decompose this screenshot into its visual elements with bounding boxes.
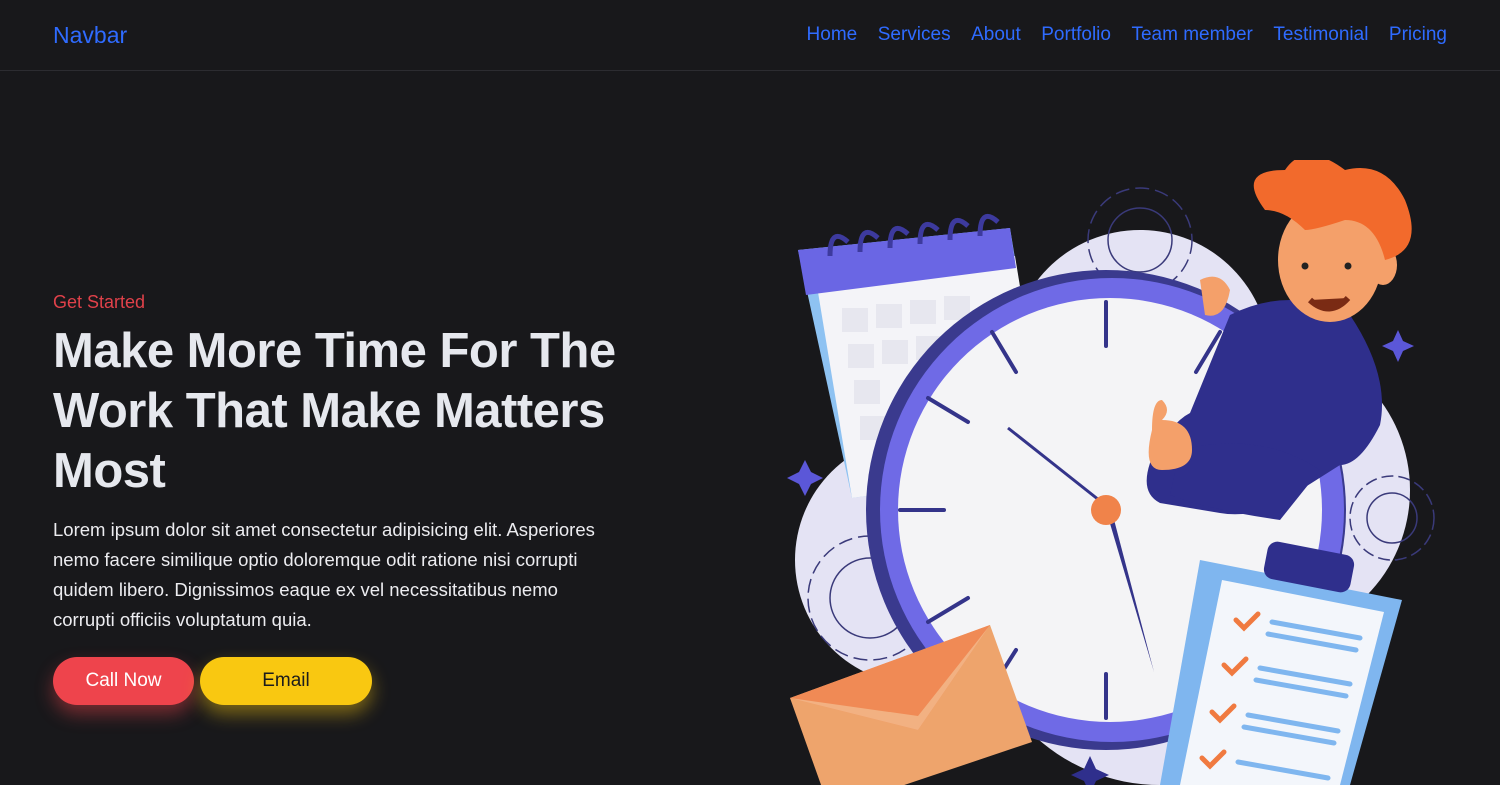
time-management-illustration: [787, 160, 1435, 785]
call-now-button[interactable]: Call Now: [53, 657, 194, 705]
nav-links: Home Services About Portfolio Team membe…: [786, 24, 1447, 46]
hero-headline: Make More Time For The Work That Make Ma…: [53, 324, 616, 498]
hero-buttons: Call Now Email: [53, 657, 653, 705]
nav-link-pricing[interactable]: Pricing: [1389, 24, 1447, 46]
nav-link-home[interactable]: Home: [807, 24, 858, 46]
email-button[interactable]: Email: [200, 657, 372, 705]
nav-link-portfolio[interactable]: Portfolio: [1041, 24, 1111, 46]
nav-link-services[interactable]: Services: [878, 24, 951, 46]
nav-link-testimonial[interactable]: Testimonial: [1273, 24, 1368, 46]
hero-description: Lorem ipsum dolor sit amet consectetur a…: [53, 519, 595, 630]
nav-link-team-member[interactable]: Team member: [1131, 24, 1252, 46]
nav-link-about[interactable]: About: [971, 24, 1021, 46]
navbar: Navbar Home Services About Portfolio Tea…: [0, 0, 1500, 71]
hero-eyebrow: Get Started: [53, 292, 146, 312]
navbar-brand[interactable]: Navbar: [53, 22, 127, 49]
hero-content: Get Started Make More Time For The Work …: [53, 292, 653, 705]
